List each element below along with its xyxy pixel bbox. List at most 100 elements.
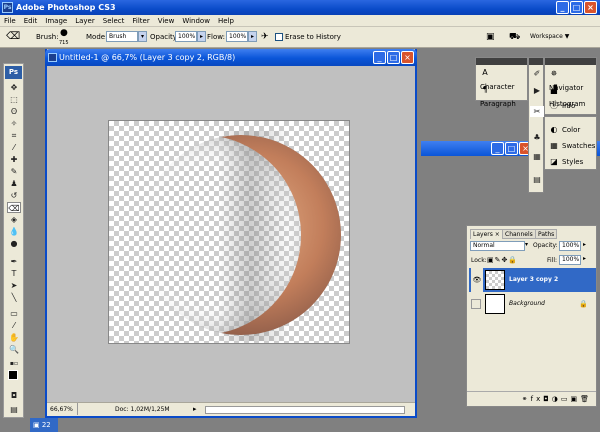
- screen-mode-icon[interactable]: ▤: [7, 404, 21, 415]
- document-icon: ▣: [33, 421, 42, 429]
- erase-history-label: Erase to History: [285, 33, 341, 41]
- default-colors-icon[interactable]: ▪▫: [7, 358, 21, 369]
- zoom-tool-icon[interactable]: 🔍: [7, 344, 21, 355]
- menu-file[interactable]: File: [0, 15, 20, 27]
- blend-mode-select[interactable]: Normal: [470, 241, 525, 251]
- healing-brush-icon[interactable]: ✚: [7, 154, 21, 165]
- menu-image[interactable]: Image: [41, 15, 71, 27]
- workspace-menu[interactable]: Workspace ▼: [530, 32, 569, 42]
- minimize-button[interactable]: _: [556, 1, 569, 14]
- dodge-tool-icon[interactable]: ●: [7, 238, 21, 249]
- hand-tool-icon[interactable]: ✋: [7, 332, 21, 343]
- actions-icon[interactable]: ▤: [530, 174, 544, 185]
- marquee-tool-icon[interactable]: ⬚: [7, 94, 21, 105]
- character-paragraph-panel: ACharacter ¶Paragraph: [475, 57, 528, 108]
- status-arrow-icon[interactable]: ▸: [193, 403, 197, 416]
- eraser-tool-icon[interactable]: ⌫: [6, 32, 20, 42]
- brush-tool-icon[interactable]: ✎: [7, 166, 21, 177]
- panel-item-character[interactable]: ACharacter: [480, 66, 527, 91]
- layer-row[interactable]: Background 🔒: [469, 292, 596, 316]
- panel-item-info[interactable]: ⓘ Info: [549, 99, 575, 113]
- tool-presets-icon[interactable]: ▶: [530, 85, 544, 96]
- menu-filter[interactable]: Filter: [128, 15, 153, 27]
- status-divider: [77, 403, 78, 415]
- tools-icon[interactable]: ✂: [530, 106, 544, 117]
- foreground-color-swatch[interactable]: [8, 370, 18, 380]
- mode-select[interactable]: Brush: [106, 31, 138, 42]
- layers-footer-buttons[interactable]: ⚭fx◘◑▭▣🗑: [467, 391, 596, 406]
- doc-minimize-button[interactable]: _: [373, 51, 386, 64]
- doc-close-button[interactable]: ×: [401, 51, 414, 64]
- type-tool-icon[interactable]: T: [7, 268, 21, 279]
- blur-tool-icon[interactable]: 💧: [7, 226, 21, 237]
- paint-bucket-icon[interactable]: ◈: [7, 214, 21, 225]
- paragraph-icon: ¶: [482, 85, 488, 94]
- opacity-arrow-icon[interactable]: ▸: [197, 31, 206, 42]
- visibility-toggle[interactable]: [471, 299, 481, 309]
- bridge-icon[interactable]: ⛟: [509, 32, 520, 42]
- menu-layer[interactable]: Layer: [71, 15, 99, 27]
- minimized-document-tab[interactable]: ▣ 22: [30, 418, 58, 432]
- document-title-bar[interactable]: Untitled-1 @ 66,7% (Layer 3 copy 2, RGB/…: [45, 49, 417, 66]
- lasso-tool-icon[interactable]: ʘ: [7, 106, 21, 117]
- close-button[interactable]: ×: [584, 1, 597, 14]
- tab-paths[interactable]: Paths: [535, 229, 558, 239]
- menu-window[interactable]: Window: [178, 15, 214, 27]
- photoshop-logo: Ps: [5, 66, 22, 79]
- eye-icon[interactable]: 👁: [471, 268, 483, 292]
- tab-layers[interactable]: Layers ×: [470, 229, 503, 239]
- panel-item-color[interactable]: ◐ Color: [549, 123, 581, 137]
- menu-view[interactable]: View: [154, 15, 179, 27]
- crop-tool-icon[interactable]: ⌗: [7, 130, 21, 141]
- horizontal-scrollbar[interactable]: [205, 406, 405, 414]
- menu-help[interactable]: Help: [214, 15, 238, 27]
- eraser-tool-icon[interactable]: ⌫: [7, 202, 21, 213]
- doc-maximize-button[interactable]: □: [387, 51, 400, 64]
- layer-opacity-arrow-icon[interactable]: ▸: [583, 241, 586, 248]
- eyedropper-icon[interactable]: ⁄: [7, 320, 21, 331]
- lock-options-icons[interactable]: ▣✎✥🔒: [487, 256, 518, 264]
- clone-source-icon[interactable]: ♣: [530, 132, 544, 143]
- blend-chevron-icon[interactable]: ▾: [525, 241, 528, 248]
- notes-tool-icon[interactable]: ▭: [7, 308, 21, 319]
- flow-arrow-icon[interactable]: ▸: [248, 31, 257, 42]
- fill-input[interactable]: 100%: [559, 255, 581, 265]
- airbrush-icon[interactable]: ✈: [261, 32, 269, 42]
- bg-maximize-button[interactable]: □: [505, 142, 518, 155]
- flow-input[interactable]: 100%: [226, 31, 248, 42]
- image-canvas[interactable]: [108, 120, 350, 344]
- move-tool-icon[interactable]: ✥: [7, 82, 21, 93]
- bg-minimize-button[interactable]: _: [491, 142, 504, 155]
- tab-channels[interactable]: Channels: [502, 229, 536, 239]
- zoom-level[interactable]: 66,67%: [50, 403, 73, 416]
- shape-tool-icon[interactable]: ╲: [7, 292, 21, 303]
- path-selection-icon[interactable]: ➤: [7, 280, 21, 291]
- pen-tool-icon[interactable]: ✒: [7, 256, 21, 267]
- menu-select[interactable]: Select: [99, 15, 129, 27]
- layer-comps-icon[interactable]: ▦: [530, 151, 544, 162]
- opacity-input[interactable]: 100%: [175, 31, 197, 42]
- brushes-icon[interactable]: ✐: [530, 68, 544, 79]
- layer-row[interactable]: 👁 Layer 3 copy 2: [469, 268, 596, 292]
- menu-edit[interactable]: Edit: [20, 15, 42, 27]
- file-browser-icon[interactable]: ▣: [486, 32, 495, 42]
- quick-mask-icon[interactable]: ◘: [7, 390, 21, 401]
- chevron-down-icon[interactable]: ▾: [138, 31, 147, 42]
- maximize-button[interactable]: □: [570, 1, 583, 14]
- fill-arrow-icon[interactable]: ▸: [583, 255, 586, 262]
- panel-item-navigator[interactable]: ✵Navigator: [549, 67, 596, 92]
- slice-tool-icon[interactable]: ⁄: [7, 142, 21, 153]
- clone-stamp-icon[interactable]: ♟: [7, 178, 21, 189]
- layer-opacity-input[interactable]: 100%: [559, 241, 581, 251]
- history-brush-icon[interactable]: ↺: [7, 190, 21, 201]
- magic-wand-icon[interactable]: ✧: [7, 118, 21, 129]
- layer-name[interactable]: Background: [509, 292, 545, 316]
- workspace-bottom: ▣ 22: [28, 418, 600, 432]
- erase-history-checkbox[interactable]: [275, 33, 283, 41]
- panel-item-paragraph[interactable]: ¶Paragraph: [480, 83, 527, 108]
- panel-item-styles[interactable]: ◪ Styles: [549, 155, 583, 169]
- panel-item-histogram[interactable]: ▟Histogram: [549, 83, 596, 108]
- brush-preview-icon[interactable]: ●: [60, 28, 68, 38]
- layer-name[interactable]: Layer 3 copy 2: [509, 268, 558, 292]
- panel-item-swatches[interactable]: ▦ Swatches: [549, 139, 595, 153]
